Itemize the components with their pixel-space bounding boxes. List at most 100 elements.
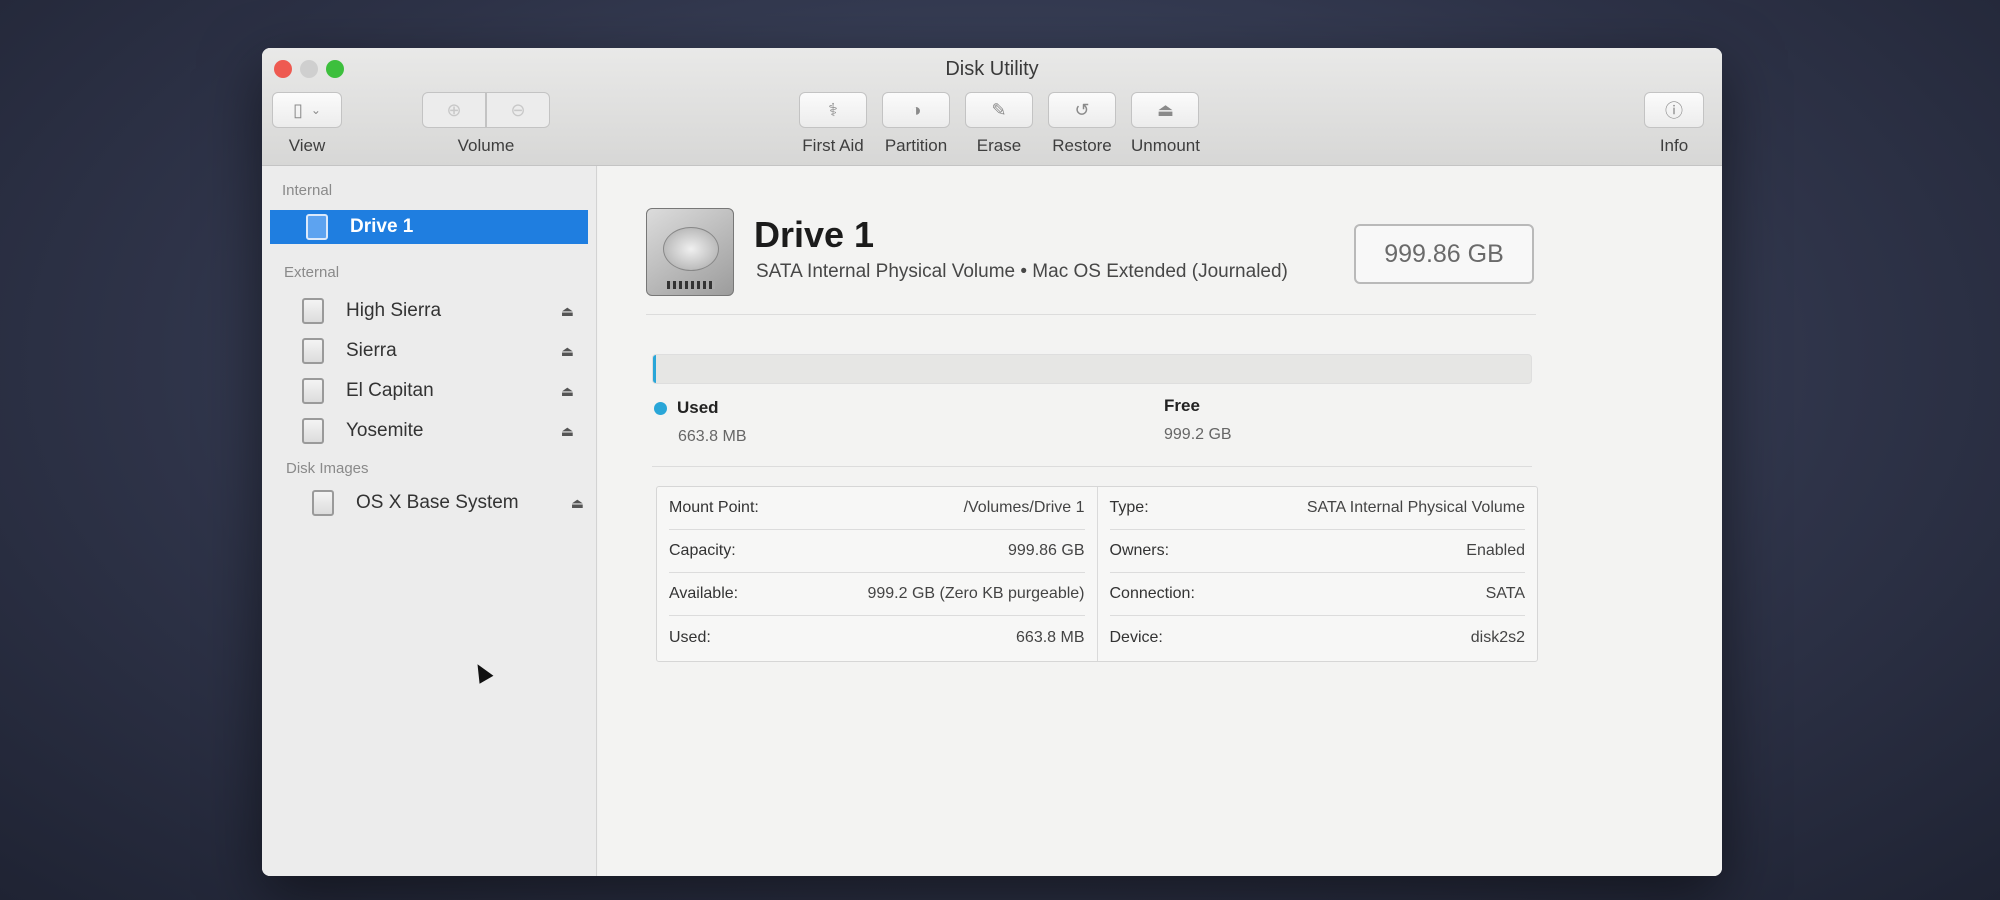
eject-icon[interactable]: ⏏ <box>571 495 584 512</box>
info-value: 663.8 MB <box>1016 628 1085 646</box>
partition-label: Partition <box>884 136 948 155</box>
info-label: Capacity: <box>669 542 736 559</box>
sidebar-item-label: Yosemite <box>346 420 424 441</box>
restore-label: Restore <box>1052 136 1112 155</box>
volume-control[interactable]: ⊕ ⊖ Volume <box>422 92 550 156</box>
unmount-button[interactable]: ⏏ <box>1131 92 1200 128</box>
view-control[interactable]: ▯ ⌄ View <box>272 92 342 156</box>
unmount-label: Unmount <box>1131 136 1200 155</box>
info-value: Enabled <box>1466 542 1525 559</box>
eject-icon[interactable]: ⏏ <box>561 303 574 320</box>
legend-free: Free 999.2 GB <box>1164 396 1232 444</box>
legend-used: Used 663.8 MB <box>654 398 746 446</box>
info-label: Mount Point: <box>669 499 759 516</box>
info-label: Info <box>1659 136 1689 155</box>
mouse-cursor-icon <box>470 660 494 684</box>
used-value: 663.8 MB <box>678 428 747 445</box>
first-aid-control[interactable]: ⚕ First Aid <box>799 92 867 156</box>
erase-label: Erase <box>976 136 1022 155</box>
sidebar-item-label: Sierra <box>346 340 397 361</box>
usage-bar-used-fill <box>653 355 656 383</box>
info-row-mount-point: Mount Point: /Volumes/Drive 1 <box>669 487 1085 530</box>
info-control[interactable]: ⓘ Info <box>1644 92 1704 156</box>
sidebar-item-label: El Capitan <box>346 380 434 401</box>
disk-utility-window: Disk Utility ▯ ⌄ View ⊕ ⊖ Volume ⚕ First… <box>262 48 1722 876</box>
info-row-available: Available: 999.2 GB (Zero KB purgeable) <box>669 573 1085 616</box>
erase-icon: ✎ <box>991 99 1007 120</box>
sidebar-item-yosemite[interactable]: Yosemite ⏏ <box>302 414 582 448</box>
info-column-right: Type: SATA Internal Physical Volume Owner… <box>1096 487 1538 661</box>
info-value: disk2s2 <box>1470 628 1525 646</box>
volume-label: Volume <box>457 136 515 155</box>
free-title: Free <box>1164 396 1200 415</box>
info-button[interactable]: ⓘ <box>1644 92 1704 128</box>
sidebar-icon: ▯ <box>293 99 303 120</box>
info-row-owners: Owners: Enabled <box>1109 530 1525 573</box>
divider <box>652 466 1532 467</box>
drive-name: Drive 1 <box>754 214 875 255</box>
partition-button[interactable]: ◑ <box>882 92 950 128</box>
sidebar-item-label: OS X Base System <box>356 492 519 513</box>
disk-image-icon <box>312 490 334 516</box>
restore-icon: ↺ <box>1074 99 1090 120</box>
info-value: SATA Internal Physical Volume <box>1306 499 1525 516</box>
info-table: Mount Point: /Volumes/Drive 1 Capacity: 99… <box>656 486 1538 662</box>
sidebar-item-os-x-base-system[interactable]: OS X Base System ⏏ <box>312 486 592 520</box>
info-row-connection: Connection: SATA <box>1109 573 1525 616</box>
internal-disk-icon <box>306 214 328 240</box>
divider <box>646 314 1536 315</box>
info-label: Connection: <box>1109 585 1195 602</box>
external-disk-icon <box>302 378 324 404</box>
info-row-device: Device: disk2s2 <box>1110 616 1526 659</box>
drive-description: SATA Internal Physical Volume • Mac OS E… <box>756 261 1288 282</box>
unmount-control[interactable]: ⏏ Unmount <box>1131 92 1200 156</box>
eject-icon[interactable]: ⏏ <box>561 423 574 440</box>
sidebar-item-el-capitan[interactable]: El Capitan ⏏ <box>302 374 582 408</box>
view-label: View <box>288 136 326 155</box>
eject-icon[interactable]: ⏏ <box>561 343 574 360</box>
info-column-left: Mount Point: /Volumes/Drive 1 Capacity: 99… <box>657 487 1097 661</box>
view-button[interactable]: ▯ ⌄ <box>272 92 342 128</box>
first-aid-button[interactable]: ⚕ <box>799 92 867 128</box>
info-label: Owners: <box>1109 542 1170 559</box>
info-label: Available: <box>669 585 739 602</box>
restore-control[interactable]: ↺ Restore <box>1048 92 1116 156</box>
restore-button[interactable]: ↺ <box>1048 92 1116 128</box>
info-icon: ⓘ <box>1665 101 1683 121</box>
used-title: Used <box>677 398 719 417</box>
hard-drive-icon <box>646 208 734 296</box>
add-volume-button[interactable]: ⊕ <box>422 92 486 128</box>
sidebar-section-internal: Internal <box>282 182 333 199</box>
detail-pane: Drive 1 SATA Internal Physical Volume • … <box>598 166 1722 876</box>
unmount-icon: ⏏ <box>1156 99 1174 120</box>
sidebar-section-disk-images: Disk Images <box>286 460 369 477</box>
info-row-capacity: Capacity: 999.86 GB <box>669 530 1085 573</box>
remove-volume-button[interactable]: ⊖ <box>486 92 550 128</box>
sidebar-item-high-sierra[interactable]: High Sierra ⏏ <box>302 294 582 328</box>
info-row-type: Type: SATA Internal Physical Volume <box>1109 487 1525 530</box>
add-volume-icon: ⊕ <box>446 99 462 120</box>
sidebar-item-sierra[interactable]: Sierra ⏏ <box>302 334 582 368</box>
info-label: Used: <box>669 628 711 646</box>
info-value: 999.86 GB <box>1008 542 1085 559</box>
toolbar: Disk Utility ▯ ⌄ View ⊕ ⊖ Volume ⚕ First… <box>262 48 1722 166</box>
partition-control[interactable]: ◑ Partition <box>882 92 950 156</box>
chevron-down-icon: ⌄ <box>310 103 321 117</box>
info-value: SATA <box>1485 585 1525 602</box>
sidebar-item-label: High Sierra <box>346 300 442 321</box>
external-disk-icon <box>302 418 324 444</box>
window-title: Disk Utility <box>945 58 1039 80</box>
stethoscope-icon: ⚕ <box>828 99 838 120</box>
info-label: Device: <box>1109 628 1163 646</box>
capacity-badge: 999.86 GB <box>1354 224 1534 284</box>
sidebar-section-external: External <box>284 264 340 281</box>
sidebar-item-drive-1[interactable]: Drive 1 <box>270 210 588 244</box>
erase-button[interactable]: ✎ <box>965 92 1033 128</box>
usage-bar <box>652 354 1532 384</box>
erase-control[interactable]: ✎ Erase <box>965 92 1033 156</box>
sidebar: Internal Drive 1 External High Sierra ⏏ … <box>262 166 597 876</box>
used-color-dot <box>654 401 667 415</box>
partition-icon: ◑ <box>910 99 922 120</box>
eject-icon[interactable]: ⏏ <box>561 383 574 400</box>
info-label: Type: <box>1109 499 1149 516</box>
